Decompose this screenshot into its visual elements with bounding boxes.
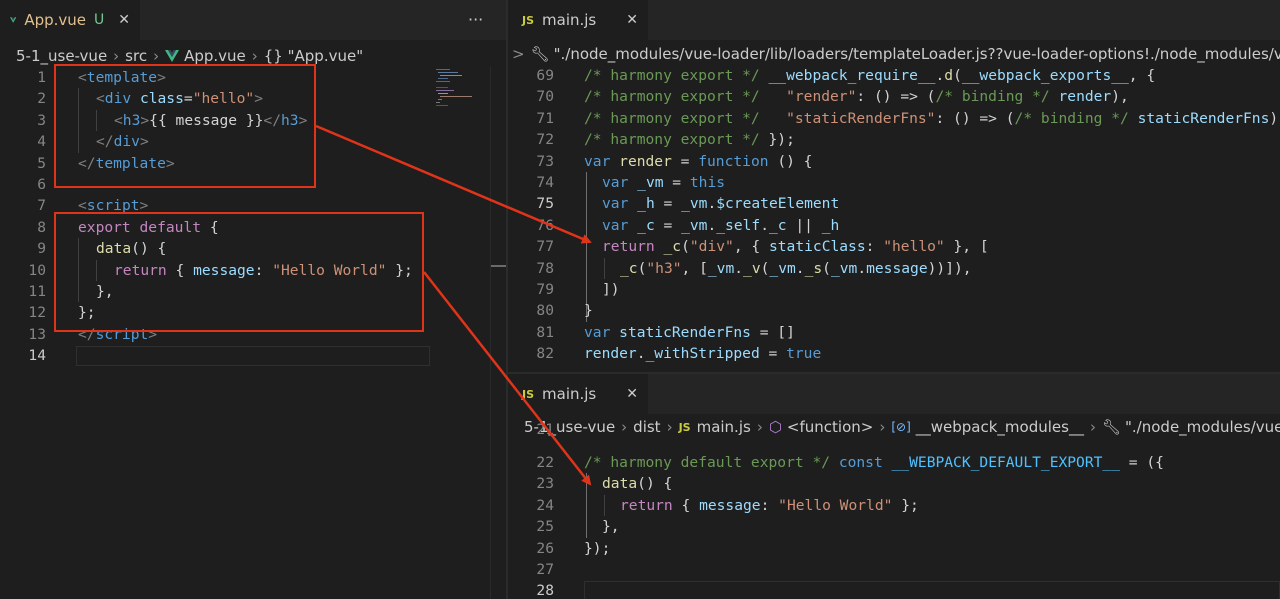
line-number: 27 — [536, 561, 554, 578]
code-line: _c("h3", [_vm._v(_vm._s(_vm.message))]), — [620, 259, 972, 277]
code-line: var _c = _vm._self._c || _h — [602, 216, 840, 234]
close-icon[interactable]: ✕ — [118, 12, 130, 28]
code-line: /* harmony export */ __webpack_require__… — [584, 67, 1156, 84]
scrollbar-marker — [491, 265, 506, 267]
vue-file-icon — [165, 50, 180, 62]
chevron-right-icon: › — [153, 47, 160, 65]
chevron-right-icon: › — [251, 47, 258, 65]
code-line: render._withStripped = true — [584, 345, 822, 363]
tab-app-vue[interactable]: App.vue U ✕ — [0, 0, 140, 40]
left-tab-bar: App.vue U ✕ ··· — [0, 0, 506, 40]
script-highlight-box — [54, 212, 424, 332]
code-line: var _vm = this — [602, 174, 726, 191]
code-line: ]) — [602, 281, 620, 298]
tab-label: main.js — [542, 385, 597, 403]
code-line: data() { — [602, 475, 673, 493]
code-line: return _c("div", { staticClass: "hello" … — [602, 238, 989, 256]
code-line: /* harmony default export */ const __WEB… — [584, 454, 1164, 471]
line-number: 6 — [37, 176, 46, 193]
chevron-right-icon: > — [512, 45, 525, 63]
top-right-editor-pane: JS main.js ✕ > 🔧︎ "./node_modules/vue-lo… — [508, 0, 1280, 372]
scrollbar[interactable] — [490, 67, 506, 599]
breadcrumb-item[interactable]: "./node_modules/vue-loader/lib/loaders/t… — [554, 45, 1280, 63]
template-highlight-box — [54, 64, 316, 188]
vue-file-icon — [10, 17, 17, 23]
code-line: }, — [602, 518, 620, 536]
wrench-icon: 🔧︎ — [530, 45, 550, 63]
code-line: }); — [584, 539, 611, 557]
js-file-icon: JS — [522, 387, 535, 401]
code-line: var _h = _vm.$createElement — [602, 195, 840, 213]
code-line: /* harmony export */ "render": () => (/*… — [584, 88, 1129, 106]
code-line: var staticRenderFns = [] — [584, 323, 795, 341]
more-actions-icon[interactable]: ··· — [468, 10, 483, 29]
breadcrumb-item[interactable]: App.vue — [184, 47, 246, 65]
bottom-right-tab-bar: JS main.js ✕ — [508, 374, 1280, 414]
code-area[interactable]: 21 22 23 24 25 26 27 28 /* harmony defau… — [508, 423, 1280, 599]
close-icon[interactable]: ✕ — [626, 12, 638, 28]
top-right-tab-bar: JS main.js ✕ — [508, 0, 1280, 40]
line-number: 28 — [536, 582, 554, 599]
code-line: /* harmony export */ "staticRenderFns": … — [584, 109, 1279, 127]
code-line: } — [584, 302, 593, 320]
code-line: var render = function () { — [584, 152, 813, 170]
code-line: /* harmony export */ }); — [584, 131, 795, 149]
close-icon[interactable]: ✕ — [626, 386, 638, 402]
js-file-icon: JS — [522, 13, 535, 27]
current-line-highlight — [584, 581, 1280, 599]
untracked-badge: U — [94, 12, 105, 28]
tab-main-js[interactable]: JS main.js ✕ — [508, 374, 648, 414]
tab-label: App.vue — [24, 11, 87, 29]
code-line: return { message: "Hello World" }; — [620, 496, 919, 514]
line-number: 21 — [536, 423, 554, 437]
current-line-highlight — [76, 346, 430, 366]
breadcrumb: > 🔧︎ "./node_modules/vue-loader/lib/load… — [508, 42, 1280, 66]
breadcrumb-item[interactable]: 5-1_use-vue — [16, 47, 107, 65]
tab-main-js[interactable]: JS main.js ✕ — [508, 0, 648, 40]
code-area[interactable]: 69 70 71 72 73 74 75 76 77 78 79 80 81 8… — [508, 65, 1280, 372]
chevron-right-icon: › — [113, 47, 120, 65]
breadcrumb-item[interactable]: {} "App.vue" — [264, 47, 363, 65]
breadcrumb-item[interactable]: src — [125, 47, 147, 65]
line-number: 14 — [28, 347, 46, 365]
tab-label: main.js — [542, 11, 597, 29]
minimap[interactable] — [430, 67, 490, 277]
bottom-right-editor-pane: JS main.js ✕ 5-1_use-vue › dist › JS mai… — [508, 374, 1280, 599]
